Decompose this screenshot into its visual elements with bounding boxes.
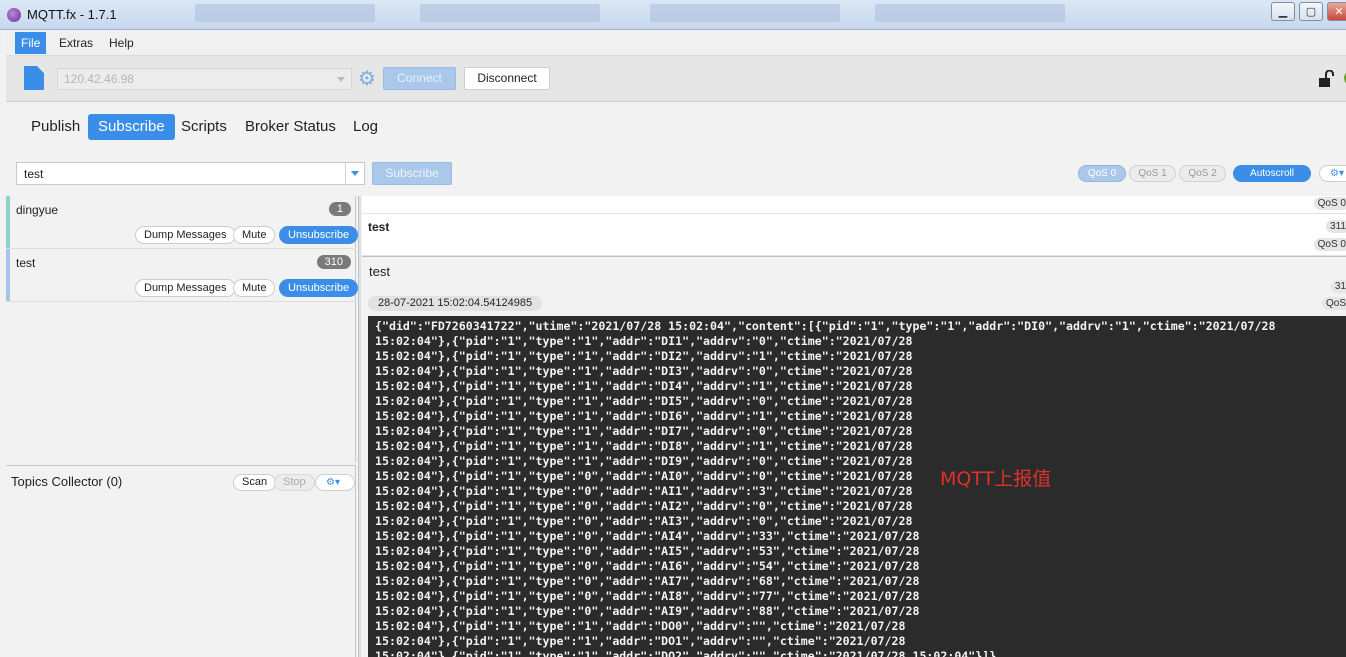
- broker-select[interactable]: 120.42.46.98: [57, 68, 352, 90]
- menu-file[interactable]: File: [15, 32, 47, 54]
- connection-bar: 120.42.46.98 ⚙ Connect Disconnect: [6, 56, 1346, 102]
- payload-line: 15:02:04"},{"pid":"1","type":"1","addr":…: [375, 619, 906, 633]
- payload-line: 15:02:04"},{"pid":"1","type":"1","addr":…: [375, 439, 913, 453]
- qos2-toggle[interactable]: QoS 2: [1179, 165, 1226, 182]
- gear-icon[interactable]: ⚙: [358, 68, 378, 88]
- payload-line: 15:02:04"},{"pid":"1","type":"1","addr":…: [375, 649, 997, 657]
- payload-line: 15:02:04"},{"pid":"1","type":"1","addr":…: [375, 364, 913, 378]
- payload-line: 15:02:04"},{"pid":"1","type":"0","addr":…: [375, 544, 920, 558]
- payload-line: 15:02:04"},{"pid":"1","type":"0","addr":…: [375, 499, 913, 513]
- qos-badge: QoS 0: [1313, 197, 1346, 210]
- settings-icon[interactable]: ⚙▾: [1319, 165, 1346, 182]
- payload-line: 15:02:04"},{"pid":"1","type":"0","addr":…: [375, 604, 920, 618]
- subscription-color-bar: [6, 249, 10, 301]
- payload-line: {"did":"FD7260341722","utime":"2021/07/2…: [375, 319, 1276, 333]
- message-timestamp: 28-07-2021 15:02:04.54124985: [368, 296, 543, 311]
- mute-button[interactable]: Mute: [233, 279, 276, 297]
- message-row[interactable]: QoS 0: [362, 196, 1346, 214]
- topic-input-field[interactable]: [17, 163, 337, 184]
- payload-line: 15:02:04"},{"pid":"1","type":"0","addr":…: [375, 559, 920, 573]
- panel-splitter[interactable]: [358, 196, 361, 657]
- qos-badge: QoS: [1321, 297, 1346, 310]
- message-number: 311: [1326, 220, 1346, 233]
- message-number: 31: [1330, 280, 1346, 293]
- taskbar-ghost: [875, 4, 1065, 22]
- payload-line: 15:02:04"},{"pid":"1","type":"0","addr":…: [375, 589, 920, 603]
- taskbar-ghost: [195, 4, 375, 22]
- close-icon[interactable]: ✕: [1327, 2, 1346, 21]
- main-tabs: Publish Subscribe Scripts Broker Status …: [6, 103, 1346, 153]
- subscriptions-panel: dingyue 1 Dump Messages Mute Unsubscribe…: [6, 196, 359, 462]
- taskbar-ghost: [420, 4, 600, 22]
- subscription-topic: dingyue: [16, 203, 59, 217]
- payload-line: 15:02:04"},{"pid":"1","type":"0","addr":…: [375, 529, 920, 543]
- title-bar: MQTT.fx - 1.7.1 ▁ ▢ ✕: [0, 0, 1346, 30]
- payload-line: 15:02:04"},{"pid":"1","type":"1","addr":…: [375, 409, 913, 423]
- unsubscribe-button[interactable]: Unsubscribe: [279, 226, 359, 244]
- payload-line: 15:02:04"},{"pid":"1","type":"0","addr":…: [375, 469, 913, 483]
- tab-broker-status[interactable]: Broker Status: [235, 114, 346, 140]
- menu-help[interactable]: Help: [103, 32, 140, 54]
- message-list: QoS 0 test 311 QoS 0: [362, 196, 1346, 257]
- payload-line: 15:02:04"},{"pid":"1","type":"0","addr":…: [375, 574, 920, 588]
- broker-select-value: 120.42.46.98: [64, 72, 135, 86]
- mute-button[interactable]: Mute: [233, 226, 276, 244]
- topic-input[interactable]: [16, 162, 365, 185]
- qos1-toggle[interactable]: QoS 1: [1129, 165, 1176, 182]
- subscription-color-bar: [6, 196, 10, 248]
- window-title: MQTT.fx - 1.7.1: [27, 7, 117, 22]
- message-count-badge: 1: [328, 202, 351, 216]
- message-topic: test: [368, 220, 390, 234]
- connect-button[interactable]: Connect: [383, 67, 456, 90]
- menu-bar: File Extras Help: [6, 30, 1346, 56]
- minimize-icon[interactable]: ▁: [1271, 2, 1295, 21]
- collector-settings-icon[interactable]: ⚙▾: [315, 474, 355, 491]
- payload-line: 15:02:04"},{"pid":"1","type":"1","addr":…: [375, 349, 913, 363]
- payload-line: 15:02:04"},{"pid":"1","type":"1","addr":…: [375, 424, 913, 438]
- tab-scripts[interactable]: Scripts: [171, 114, 237, 140]
- payload-line: 15:02:04"},{"pid":"1","type":"1","addr":…: [375, 454, 913, 468]
- subscribe-button[interactable]: Subscribe: [372, 162, 452, 185]
- connection-profile-icon[interactable]: [24, 66, 44, 90]
- lock-open-icon: [1319, 70, 1334, 87]
- payload-line: 15:02:04"},{"pid":"1","type":"1","addr":…: [375, 334, 913, 348]
- payload-line: 15:02:04"},{"pid":"1","type":"1","addr":…: [375, 379, 913, 393]
- payload-line: 15:02:04"},{"pid":"1","type":"0","addr":…: [375, 484, 913, 498]
- subscription-item[interactable]: test 310 Dump Messages Mute Unsubscribe: [6, 249, 359, 302]
- payload-line: 15:02:04"},{"pid":"1","type":"0","addr":…: [375, 514, 913, 528]
- stop-button[interactable]: Stop: [274, 474, 315, 491]
- maximize-icon[interactable]: ▢: [1299, 2, 1323, 21]
- payload-line: 15:02:04"},{"pid":"1","type":"1","addr":…: [375, 394, 913, 408]
- app-icon: [7, 8, 21, 22]
- payload-line: 15:02:04"},{"pid":"1","type":"1","addr":…: [375, 634, 906, 648]
- detail-topic: test: [369, 264, 390, 279]
- subscription-item[interactable]: dingyue 1 Dump Messages Mute Unsubscribe: [6, 196, 359, 249]
- autoscroll-toggle[interactable]: Autoscroll: [1233, 165, 1311, 182]
- dump-messages-button[interactable]: Dump Messages: [135, 279, 236, 297]
- message-count-badge: 310: [316, 255, 351, 269]
- menu-extras[interactable]: Extras: [53, 32, 99, 54]
- tab-publish[interactable]: Publish: [21, 114, 90, 140]
- topics-collector-label: Topics Collector (0): [11, 474, 123, 489]
- tab-subscribe[interactable]: Subscribe: [88, 114, 175, 140]
- qos0-toggle[interactable]: QoS 0: [1078, 165, 1126, 182]
- taskbar-ghost: [650, 4, 840, 22]
- chevron-down-icon: [337, 77, 345, 82]
- dump-messages-button[interactable]: Dump Messages: [135, 226, 236, 244]
- subscription-topic: test: [16, 256, 36, 270]
- payload-viewer[interactable]: {"did":"FD7260341722","utime":"2021/07/2…: [368, 316, 1346, 657]
- annotation-label: MQTT上报值: [940, 468, 1052, 490]
- qos-badge: QoS 0: [1313, 238, 1346, 251]
- message-row[interactable]: test 311 QoS 0: [362, 214, 1346, 256]
- topics-collector: Topics Collector (0) Scan Stop ⚙▾: [6, 465, 356, 657]
- tab-log[interactable]: Log: [343, 114, 388, 140]
- scan-button[interactable]: Scan: [233, 474, 277, 491]
- disconnect-button[interactable]: Disconnect: [464, 67, 550, 90]
- chevron-down-icon[interactable]: [345, 163, 364, 184]
- message-detail: test 31 28-07-2021 15:02:04.54124985 QoS…: [362, 259, 1346, 657]
- unsubscribe-button[interactable]: Unsubscribe: [279, 279, 359, 297]
